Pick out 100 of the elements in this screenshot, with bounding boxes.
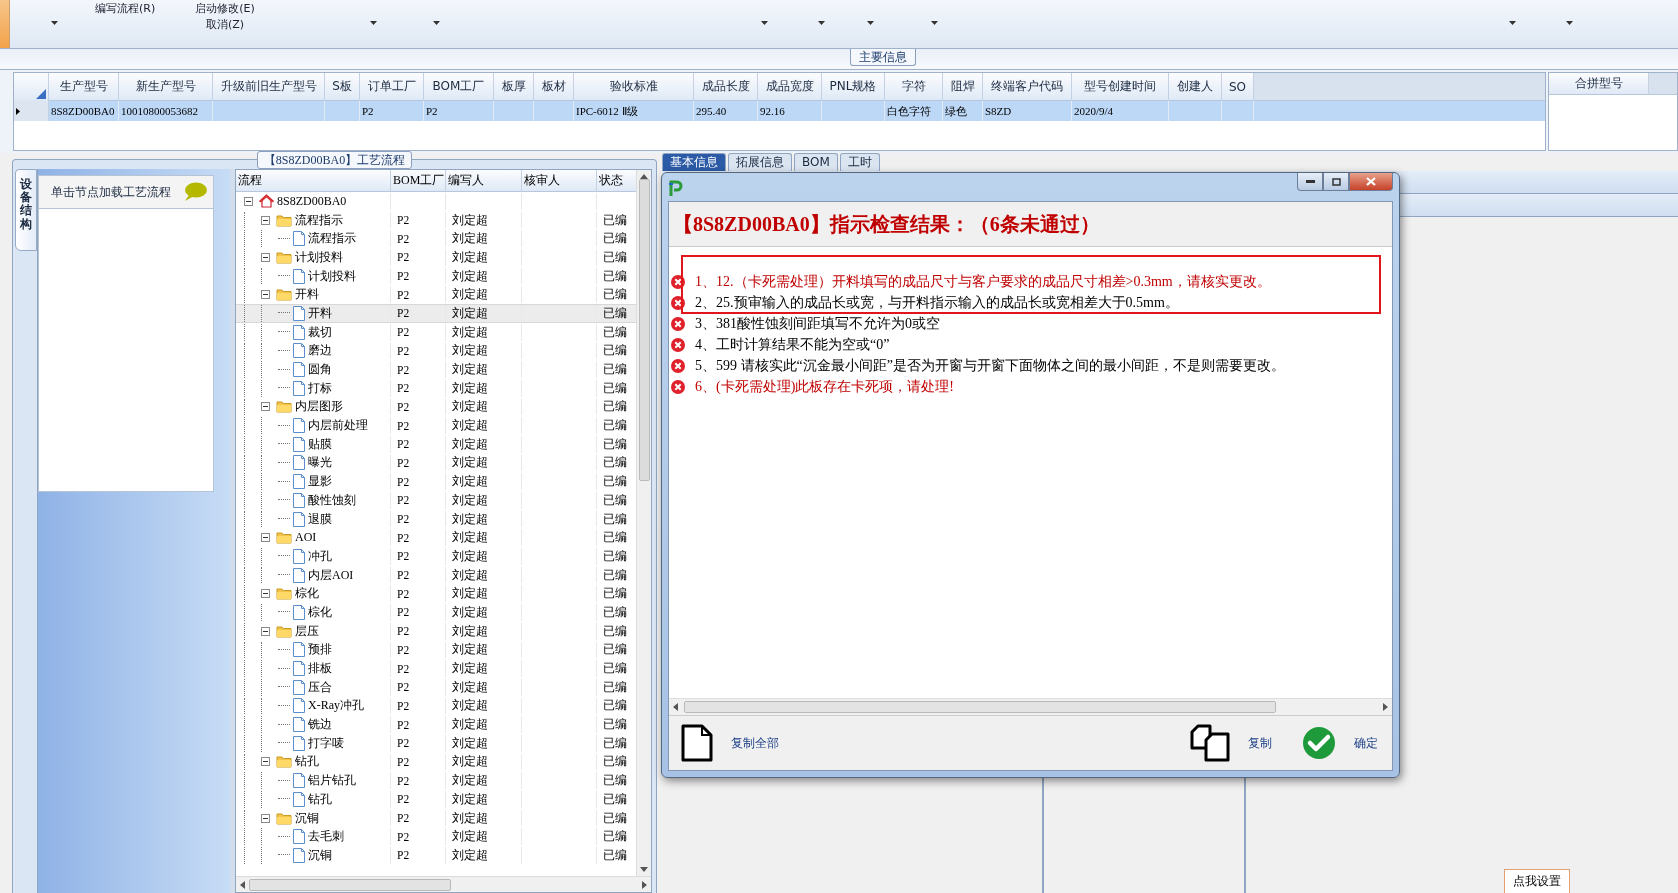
column-header[interactable]: 新生产型号 bbox=[119, 73, 213, 101]
column-header[interactable]: SO bbox=[1222, 73, 1254, 101]
side-tab[interactable]: 设备结构 bbox=[15, 169, 37, 251]
tree-row[interactable]: 开料 P2 刘定超 已编 bbox=[236, 304, 636, 323]
column-header[interactable]: 板材 bbox=[534, 73, 574, 101]
column-header[interactable]: S板 bbox=[325, 73, 360, 101]
column-header[interactable]: 流程 bbox=[236, 170, 391, 192]
table-cell: 已编 bbox=[603, 698, 627, 714]
table-cell: 已编 bbox=[603, 661, 627, 677]
footer-button[interactable]: 复制 bbox=[1190, 724, 1272, 762]
table-cell: 刘定超 bbox=[452, 268, 488, 284]
column-header[interactable]: 型号创建时间 bbox=[1072, 73, 1169, 101]
column-header[interactable]: PNL规格 bbox=[822, 73, 885, 101]
dropdown-caret-icon[interactable] bbox=[370, 21, 377, 25]
footer-button[interactable]: 复制全部 bbox=[681, 724, 779, 762]
collapse-icon[interactable] bbox=[261, 402, 270, 412]
select-all-icon[interactable] bbox=[36, 89, 46, 99]
column-header[interactable]: 验收标准 bbox=[574, 73, 694, 101]
scroll-left-icon[interactable] bbox=[673, 703, 678, 711]
scroll-left-icon[interactable] bbox=[240, 880, 245, 889]
dropdown-caret-icon[interactable] bbox=[433, 21, 440, 25]
table-cell: P2 bbox=[397, 830, 410, 843]
column-header[interactable]: 字符 bbox=[885, 73, 943, 101]
column-header[interactable]: 核审人 bbox=[522, 170, 597, 192]
scrollbar[interactable] bbox=[236, 876, 651, 892]
dropdown-caret-icon[interactable] bbox=[818, 21, 825, 25]
tab[interactable]: BOM bbox=[794, 153, 838, 171]
table-cell: 已编 bbox=[603, 717, 627, 733]
table-cell: 已编 bbox=[603, 474, 627, 490]
table-cell: 刘定超 bbox=[452, 418, 488, 434]
table-cell: 已编 bbox=[603, 773, 627, 789]
column-header[interactable]: BOM工厂 bbox=[391, 170, 446, 192]
collapse-icon[interactable] bbox=[261, 813, 270, 823]
toolbar-item[interactable]: 启动修改(E) bbox=[195, 1, 255, 16]
dropdown-caret-icon[interactable] bbox=[1509, 21, 1516, 25]
table-cell: 刘定超 bbox=[452, 511, 488, 527]
scrollbar[interactable] bbox=[636, 170, 651, 876]
column-header[interactable]: 合拼型号 bbox=[1549, 73, 1649, 95]
grid-row[interactable]: 8S8ZD00BA0 10010800053682 P2 P2 IPC-6012 Ⅱ级 295.40 92.16 白色字符 绿色 S8ZD 2020/9/4 bbox=[14, 101, 1545, 121]
maximize-button[interactable] bbox=[1323, 173, 1349, 191]
tab[interactable]: 拓展信息 bbox=[728, 153, 792, 171]
column-header[interactable]: 成品宽度 bbox=[758, 73, 822, 101]
table-cell: P2 bbox=[426, 105, 438, 117]
tab[interactable]: 基本信息 bbox=[662, 153, 726, 171]
tree-node-label: 棕化 bbox=[308, 603, 332, 621]
table-cell: 已编 bbox=[603, 623, 627, 639]
column-header[interactable]: 阻焊 bbox=[943, 73, 983, 101]
toolbar-item[interactable]: 编写流程(R) bbox=[95, 1, 156, 16]
column-header[interactable]: BOM工厂 bbox=[424, 73, 494, 101]
column-header[interactable]: 板厚 bbox=[494, 73, 534, 101]
collapse-icon[interactable] bbox=[261, 589, 270, 599]
collapse-icon[interactable] bbox=[261, 252, 270, 262]
column-header[interactable]: 终端客户代码 bbox=[983, 73, 1072, 101]
scrollbar[interactable] bbox=[669, 698, 1392, 715]
column-header[interactable]: 订单工厂 bbox=[360, 73, 424, 101]
table-cell: 刘定超 bbox=[452, 436, 488, 452]
table-cell: P2 bbox=[397, 587, 410, 600]
footer-button[interactable]: 确定 bbox=[1302, 726, 1378, 760]
toolbar-item[interactable]: 取消(Z) bbox=[205, 17, 245, 32]
folder-icon bbox=[276, 624, 292, 638]
dropdown-caret-icon[interactable] bbox=[761, 21, 768, 25]
tree-node-label: 曝光 bbox=[308, 454, 332, 472]
table-cell: 刘定超 bbox=[452, 698, 488, 714]
tree-node-label: 钻孔 bbox=[295, 753, 319, 771]
table-cell: 已编 bbox=[603, 324, 627, 340]
scroll-down-icon[interactable] bbox=[640, 867, 648, 872]
minimize-button[interactable] bbox=[1297, 173, 1323, 191]
column-header[interactable]: 成品长度 bbox=[694, 73, 758, 101]
dropdown-caret-icon[interactable] bbox=[867, 21, 874, 25]
table-cell: P2 bbox=[397, 475, 410, 488]
column-header[interactable]: 创建人 bbox=[1169, 73, 1222, 101]
tree-node-label: 磨边 bbox=[308, 342, 332, 360]
dropdown-caret-icon[interactable] bbox=[51, 21, 58, 25]
collapse-icon[interactable] bbox=[261, 215, 270, 225]
table-cell: 295.40 bbox=[696, 105, 727, 117]
column-header[interactable]: 升级前旧生产型号 bbox=[213, 73, 325, 101]
column-header[interactable]: 编写人 bbox=[446, 170, 522, 192]
tab[interactable]: 工时 bbox=[839, 153, 880, 171]
result-item: 5、599 请核实此“沉金最小间距”是否为开窗与开窗下面物体之间的最小间距，不是则需要更改。 bbox=[695, 356, 1285, 375]
dropdown-caret-icon[interactable] bbox=[1566, 21, 1573, 25]
collapse-icon[interactable] bbox=[261, 757, 270, 767]
table-cell: 刘定超 bbox=[452, 474, 488, 490]
scroll-right-icon[interactable] bbox=[642, 880, 647, 889]
table-cell: 刘定超 bbox=[452, 324, 488, 340]
settings-button[interactable]: 点我设置 bbox=[1504, 869, 1570, 893]
collapse-icon[interactable] bbox=[244, 196, 253, 206]
column-header[interactable]: 生产型号 bbox=[49, 73, 119, 101]
collapse-icon[interactable] bbox=[261, 533, 270, 543]
collapse-icon[interactable] bbox=[261, 626, 270, 636]
folder-icon bbox=[276, 213, 292, 227]
folder-icon bbox=[276, 811, 292, 825]
column-header[interactable]: 状态 bbox=[597, 170, 636, 192]
tree-node-label: 去毛刺 bbox=[308, 828, 344, 846]
table-cell: 已编 bbox=[603, 212, 627, 228]
tree-node-label: 内层前处理 bbox=[308, 417, 368, 435]
table-cell: 2020/9/4 bbox=[1074, 105, 1114, 117]
close-button[interactable] bbox=[1349, 173, 1393, 191]
scroll-right-icon[interactable] bbox=[1383, 703, 1388, 711]
collapse-icon[interactable] bbox=[261, 290, 270, 300]
dropdown-caret-icon[interactable] bbox=[931, 21, 938, 25]
